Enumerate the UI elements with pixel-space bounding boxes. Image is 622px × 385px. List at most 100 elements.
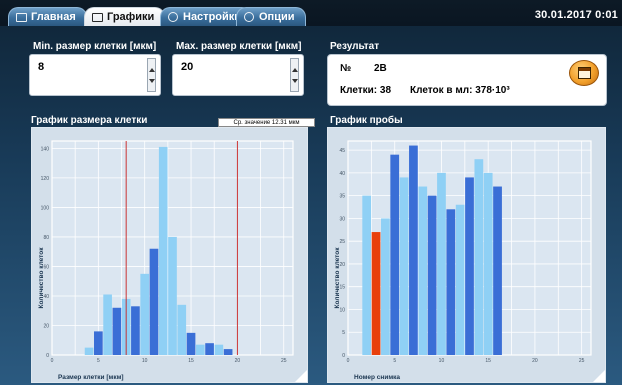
stepper-down-icon[interactable] — [149, 79, 155, 83]
bar — [223, 349, 233, 355]
y-tick-label: 40 — [339, 171, 345, 177]
bar — [94, 331, 103, 355]
y-tick-label: 20 — [43, 323, 49, 329]
x-tick-label: 5 — [97, 358, 100, 364]
y-tick-label: 25 — [339, 239, 345, 245]
bar — [483, 172, 493, 355]
bar — [84, 347, 94, 355]
x-axis-label: Размер клетки [мкм] — [58, 374, 124, 381]
min-size-stepper[interactable] — [147, 58, 156, 92]
y-axis-label: Количество клеток — [38, 247, 45, 309]
tab-home[interactable]: Главная — [8, 7, 87, 26]
bar — [437, 172, 446, 355]
chart-icon — [92, 13, 103, 22]
panel-corner — [295, 370, 307, 382]
y-tick-label: 5 — [342, 330, 345, 336]
y-tick-label: 0 — [46, 353, 49, 359]
bar — [493, 186, 502, 355]
bar — [140, 273, 150, 355]
bar — [409, 145, 418, 355]
x-tick-label: 20 — [532, 358, 538, 364]
max-size-label: Max. размер клетки [мкм] — [176, 41, 302, 52]
bar — [371, 232, 381, 355]
bar — [131, 306, 140, 355]
min-size-label: Min. размер клетки [мкм] — [33, 41, 157, 52]
sample-no-label: № — [340, 63, 352, 74]
x-axis-label: Номер снимка — [354, 374, 400, 381]
bar — [362, 195, 372, 355]
x-tick-label: 15 — [188, 358, 194, 364]
bar — [381, 218, 390, 355]
sample-chart-panel: 0 5 10 15 20 25 30 35 40 45 0 5 10 15 20 25 Количество к… — [327, 127, 606, 383]
bar — [205, 343, 214, 355]
cell-count: Клетки: 38 — [340, 85, 392, 96]
bar — [455, 204, 465, 355]
cells-per-ml: Клеток в мл: 378·10³ — [410, 85, 510, 96]
panel-corner — [593, 370, 605, 382]
y-tick-label: 30 — [339, 216, 345, 222]
x-tick-label: 15 — [485, 358, 491, 364]
x-tick-label: 25 — [579, 358, 585, 364]
sample-chart-title: График пробы — [330, 115, 403, 126]
options-icon — [244, 12, 254, 22]
bar — [158, 146, 168, 355]
stepper-down-icon[interactable] — [292, 79, 298, 83]
bar — [465, 177, 474, 355]
bar — [177, 304, 187, 355]
result-title: Результат — [330, 41, 380, 52]
max-size-spinner[interactable]: 20 — [172, 54, 304, 96]
y-tick-label: 100 — [41, 205, 50, 211]
bar — [103, 294, 112, 355]
y-tick-label: 0 — [342, 353, 345, 359]
tab-options-label: Опции — [259, 11, 295, 23]
max-size-stepper[interactable] — [290, 58, 299, 92]
max-size-value[interactable]: 20 — [181, 61, 193, 73]
stepper-up-icon[interactable] — [149, 68, 155, 72]
stepper-up-icon[interactable] — [292, 68, 298, 72]
sample-no-value: 2B — [374, 63, 387, 74]
x-tick-label: 25 — [281, 358, 287, 364]
y-tick-label: 120 — [41, 176, 50, 182]
bar — [418, 186, 428, 355]
bar — [399, 177, 409, 355]
min-size-value[interactable]: 8 — [38, 61, 44, 73]
bar — [168, 236, 177, 355]
mean-value-label: Ср. значение 12.31 мкм — [218, 118, 315, 127]
tab-home-label: Главная — [31, 11, 76, 23]
bar — [195, 344, 205, 355]
result-box: № 2B Клетки: 38 Клеток в мл: 378·10³ — [327, 54, 607, 106]
bar — [112, 307, 122, 355]
bar — [390, 154, 400, 355]
bar — [149, 248, 159, 355]
y-tick-label: 140 — [41, 146, 50, 152]
x-tick-label: 20 — [235, 358, 241, 364]
y-tick-label: 80 — [43, 235, 49, 241]
tab-charts[interactable]: Графики — [84, 7, 166, 26]
tab-settings-label: Настройки — [183, 11, 242, 23]
tab-charts-label: Графики — [107, 11, 155, 23]
x-tick-label: 0 — [347, 358, 350, 364]
size-chart-panel: 0 20 40 60 80 100 120 140 0 5 10 15 20 25 Количество к… — [31, 127, 308, 383]
size-histogram: 0204060801001201400 5 10 15 20 25Количество к… — [38, 140, 294, 381]
x-tick-label: 5 — [393, 358, 396, 364]
y-axis-label: Количество клеток — [334, 247, 341, 309]
x-tick-label: 10 — [439, 358, 445, 364]
bar — [446, 209, 456, 355]
y-tick-label: 35 — [339, 194, 345, 200]
min-size-spinner[interactable]: 8 — [29, 54, 161, 96]
sample-histogram: 0510152025303540450 5 10 15 20 25Количество к… — [334, 140, 592, 381]
gear-icon — [168, 12, 178, 22]
y-tick-label: 45 — [339, 148, 345, 154]
size-chart-title: График размера клетки — [31, 115, 148, 126]
bar — [427, 195, 437, 355]
x-tick-label: 10 — [142, 358, 148, 364]
bar — [186, 332, 196, 355]
bar — [214, 344, 224, 355]
home-icon — [16, 13, 27, 22]
datetime: 30.01.2017 0:01 — [534, 9, 618, 21]
x-tick-label: 0 — [51, 358, 54, 364]
top-bar: Главная Графики Настройки Опции 30.01.20… — [0, 0, 622, 26]
calendar-button[interactable] — [569, 60, 599, 86]
tab-options[interactable]: Опции — [236, 7, 306, 26]
bar — [474, 159, 484, 355]
